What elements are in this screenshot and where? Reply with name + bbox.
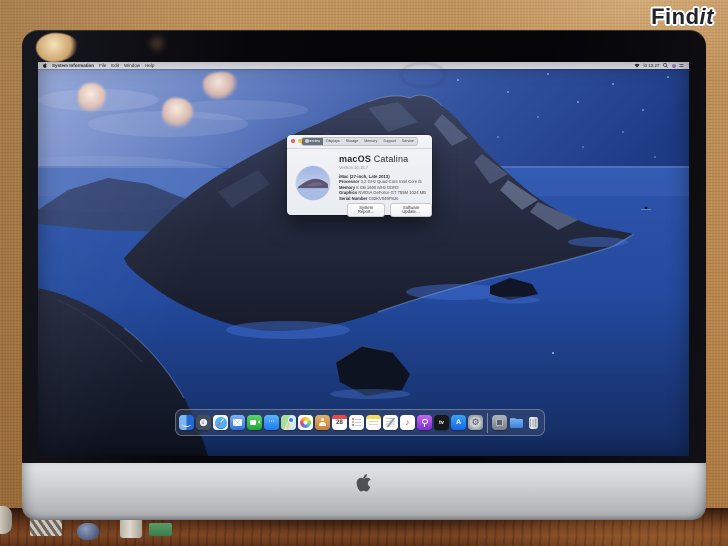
os-title: macOS Catalina [339,154,426,164]
tab-displays[interactable]: Displays [323,138,343,145]
podcasts-dock-icon[interactable] [417,415,432,430]
spec-list: Processor 3,2 GHz Quad-Core Intel Core i… [339,179,426,201]
notes-dock-icon[interactable] [366,415,381,430]
software-update-button[interactable]: Software Update… [390,203,432,217]
launchpad-dock-icon[interactable] [196,415,211,430]
notification-center-icon[interactable] [679,63,684,68]
spec-label: Serial Number [339,196,367,201]
music-dock-icon[interactable]: ♪ [400,415,415,430]
about-tab-bar: OverviewDisplaysStorageMemorySupportServ… [301,137,418,146]
findit-suffix: it [700,4,714,29]
facetime-dock-icon[interactable] [247,415,262,430]
spec-label: Processor [339,179,359,184]
downloads-dock-icon[interactable] [509,415,524,430]
tv-dock-icon[interactable]: tv [434,415,449,430]
close-button[interactable] [291,139,295,143]
system-preferences-glyph: ⚙ [471,418,479,427]
spec-serial-number: Serial Number C02KV049F8J4 [339,196,426,202]
safari-dock-icon[interactable] [213,415,228,430]
app-store-glyph: A [456,419,461,426]
apple-menu-icon[interactable] [43,63,47,68]
system-report-button[interactable]: System Report… [347,203,385,217]
tab-support[interactable]: Support [380,138,399,145]
messages-dock-icon[interactable] [264,415,279,430]
tab-memory[interactable]: Memory [361,138,380,145]
contacts-dock-icon[interactable] [315,415,330,430]
tab-service[interactable]: Service [399,138,417,145]
spec-value: NVIDIA GeForce GT 755M 1024 MB [357,190,426,195]
reminders-dock-icon[interactable] [349,415,364,430]
wifi-icon[interactable] [634,63,640,68]
trash-dock-icon[interactable] [526,415,541,430]
photos-dock-icon[interactable] [298,415,313,430]
menu-bar: System Information File Edit Window Help lö … [38,62,689,69]
desk-object-grey [0,506,12,534]
about-this-mac-window: OverviewDisplaysStorageMemorySupportServ… [287,135,432,215]
about-buttons: System Report… Software Update… [347,203,432,217]
menu-help[interactable]: Help [145,62,154,69]
findit-prefix: Find [651,4,699,29]
textedit-dock-icon[interactable] [383,415,398,430]
menu-window[interactable]: Window [124,62,140,69]
minimize-button[interactable] [298,139,302,143]
zoom-button[interactable] [305,139,309,143]
spec-value: 3,2 GHz Quad-Core Intel Core i5 [359,179,421,184]
spotlight-search-icon[interactable] [663,63,668,68]
calendar-glyph: 28 [332,420,347,426]
menu-file[interactable]: File [99,62,106,69]
app-store-dock-icon[interactable]: A [451,415,466,430]
calendar-dock-icon[interactable]: 28 [332,415,347,430]
dock-separator [487,413,488,433]
system-preferences-dock-icon[interactable]: ⚙ [468,415,483,430]
dock: 28 ♪ tv A ⚙ [175,409,545,436]
screen: System Information File Edit Window Help lö … [38,62,689,456]
spec-label: Graphics [339,190,357,195]
traffic-lights [291,139,309,143]
menu-left: System Information File Edit Window Help [38,62,634,69]
bezel-light-reflection [36,33,78,62]
spec-label: Memory [339,185,355,190]
faint-reflection-ring [400,62,446,88]
display-bezel: System Information File Edit Window Help lö … [22,30,706,464]
menu-status-area: lö 13.27 [634,63,689,68]
apple-logo [357,474,372,492]
photo-of-imac: Findit [0,0,728,546]
spec-value: 8 GB 1600 MHz DDR3 [355,185,399,190]
imac: System Information File Edit Window Help lö … [22,30,706,520]
imac-chin [22,463,706,520]
music-glyph: ♪ [405,418,409,427]
finder-dock-icon[interactable] [179,415,194,430]
menu-clock[interactable]: lö 13.27 [643,63,659,68]
maps-dock-icon[interactable] [281,415,296,430]
os-name-light: Catalina [371,154,408,164]
spec-value: C02KV049F8J4 [367,196,398,201]
tab-storage[interactable]: Storage [343,138,362,145]
about-window-body: macOS Catalina Version 10.15.7 iMac (27-… [287,149,432,201]
os-version: Version 10.15.7 [339,165,426,170]
catalina-island-artwork [296,166,330,200]
siri-icon[interactable] [672,64,676,68]
menu-edit[interactable]: Edit [111,62,119,69]
menu-system-information[interactable]: System Information [52,62,94,69]
system-information-dock-icon[interactable] [492,415,507,430]
findit-watermark: Findit [651,4,714,30]
catalina-wallpaper [38,62,689,456]
tv-glyph: tv [439,420,444,426]
bezel-faint-reflection [146,33,168,54]
window-toolbar[interactable]: OverviewDisplaysStorageMemorySupportServ… [287,135,432,149]
os-name-bold: macOS [339,154,371,164]
mail-dock-icon[interactable] [230,415,245,430]
